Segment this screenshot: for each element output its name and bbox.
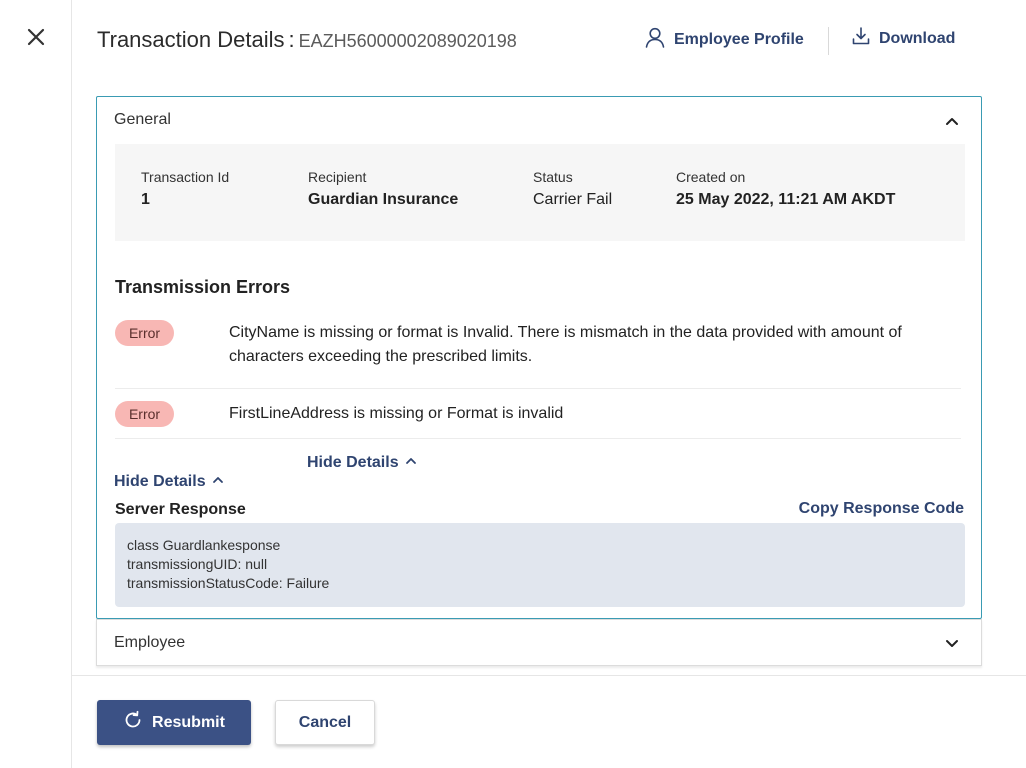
error-message: FirstLineAddress is missing or Format is… [229, 405, 564, 422]
error-badge: Error [115, 320, 174, 346]
page-title-text: Transaction Details [97, 27, 285, 52]
recipient-label: Recipient [308, 169, 367, 185]
created-on-value: 25 May 2022, 11:21 AM AKDT [676, 191, 896, 208]
chevron-up-icon[interactable] [945, 114, 959, 128]
summary-transaction-id: Transaction Id 1 [141, 169, 229, 209]
error-badge: Error [115, 401, 174, 427]
employee-panel[interactable]: Employee [96, 619, 982, 666]
created-on-label: Created on [676, 169, 746, 185]
general-panel: General Transaction Id 1 Recipient Guard… [96, 96, 982, 619]
transaction-code: EAZH56000002089020198 [298, 31, 517, 51]
general-panel-label: General [114, 111, 171, 128]
code-line: transmissionStatusCode: Failure [127, 575, 330, 591]
hide-details-inline-label: Hide Details [307, 454, 399, 471]
employee-profile-button[interactable]: Employee Profile [644, 26, 804, 53]
error-row: Error CityName is missing or format is I… [115, 317, 961, 389]
error-message: CityName is missing or format is Invalid… [229, 324, 902, 365]
status-value: Carrier Fail [533, 191, 613, 208]
page-title: Transaction Details: EAZH5600000208902019… [97, 27, 517, 53]
cancel-label: Cancel [298, 713, 352, 731]
recipient-value: Guardian Insurance [308, 191, 459, 208]
server-response-code: class Guardlankesponse transmissiongUID:… [115, 523, 965, 607]
download-label: Download [879, 29, 956, 47]
status-label: Status [533, 169, 573, 185]
copy-response-code-button[interactable]: Copy Response Code [799, 500, 964, 518]
chevron-up-icon [212, 473, 224, 491]
close-icon[interactable] [24, 25, 48, 49]
chevron-down-icon[interactable] [945, 636, 959, 650]
hide-details-link[interactable]: Hide Details [114, 473, 224, 491]
server-response-title: Server Response [115, 501, 246, 518]
header-divider [828, 27, 829, 55]
resubmit-button[interactable]: Resubmit [97, 700, 251, 745]
chevron-up-icon [405, 454, 417, 472]
employee-panel-label: Employee [114, 634, 186, 651]
code-line: transmissiongUID: null [127, 556, 268, 572]
summary-created-on: Created on 25 May 2022, 11:21 AM AKDT [676, 169, 895, 209]
hide-details-label: Hide Details [114, 473, 206, 490]
summary-status: Status Carrier Fail [533, 169, 612, 209]
footer-divider [72, 675, 1026, 676]
transaction-id-label: Transaction Id [141, 169, 230, 185]
download-button[interactable]: Download [851, 26, 955, 51]
close-column [0, 0, 72, 768]
download-icon [851, 26, 871, 51]
transaction-summary: Transaction Id 1 Recipient Guardian Insu… [115, 144, 965, 241]
error-row: Error FirstLineAddress is missing or For… [115, 389, 961, 439]
transmission-errors-title: Transmission Errors [115, 277, 291, 297]
title-separator: : [288, 27, 295, 52]
hide-details-inline-link[interactable]: Hide Details [307, 454, 417, 472]
employee-profile-label: Employee Profile [674, 30, 804, 48]
code-line: class Guardlankesponse [127, 537, 281, 553]
resubmit-label: Resubmit [152, 713, 225, 731]
summary-recipient: Recipient Guardian Insurance [308, 169, 458, 209]
cancel-button[interactable]: Cancel [275, 700, 375, 745]
transaction-id-value: 1 [141, 191, 150, 208]
refresh-icon [123, 710, 143, 735]
user-icon [644, 26, 666, 53]
